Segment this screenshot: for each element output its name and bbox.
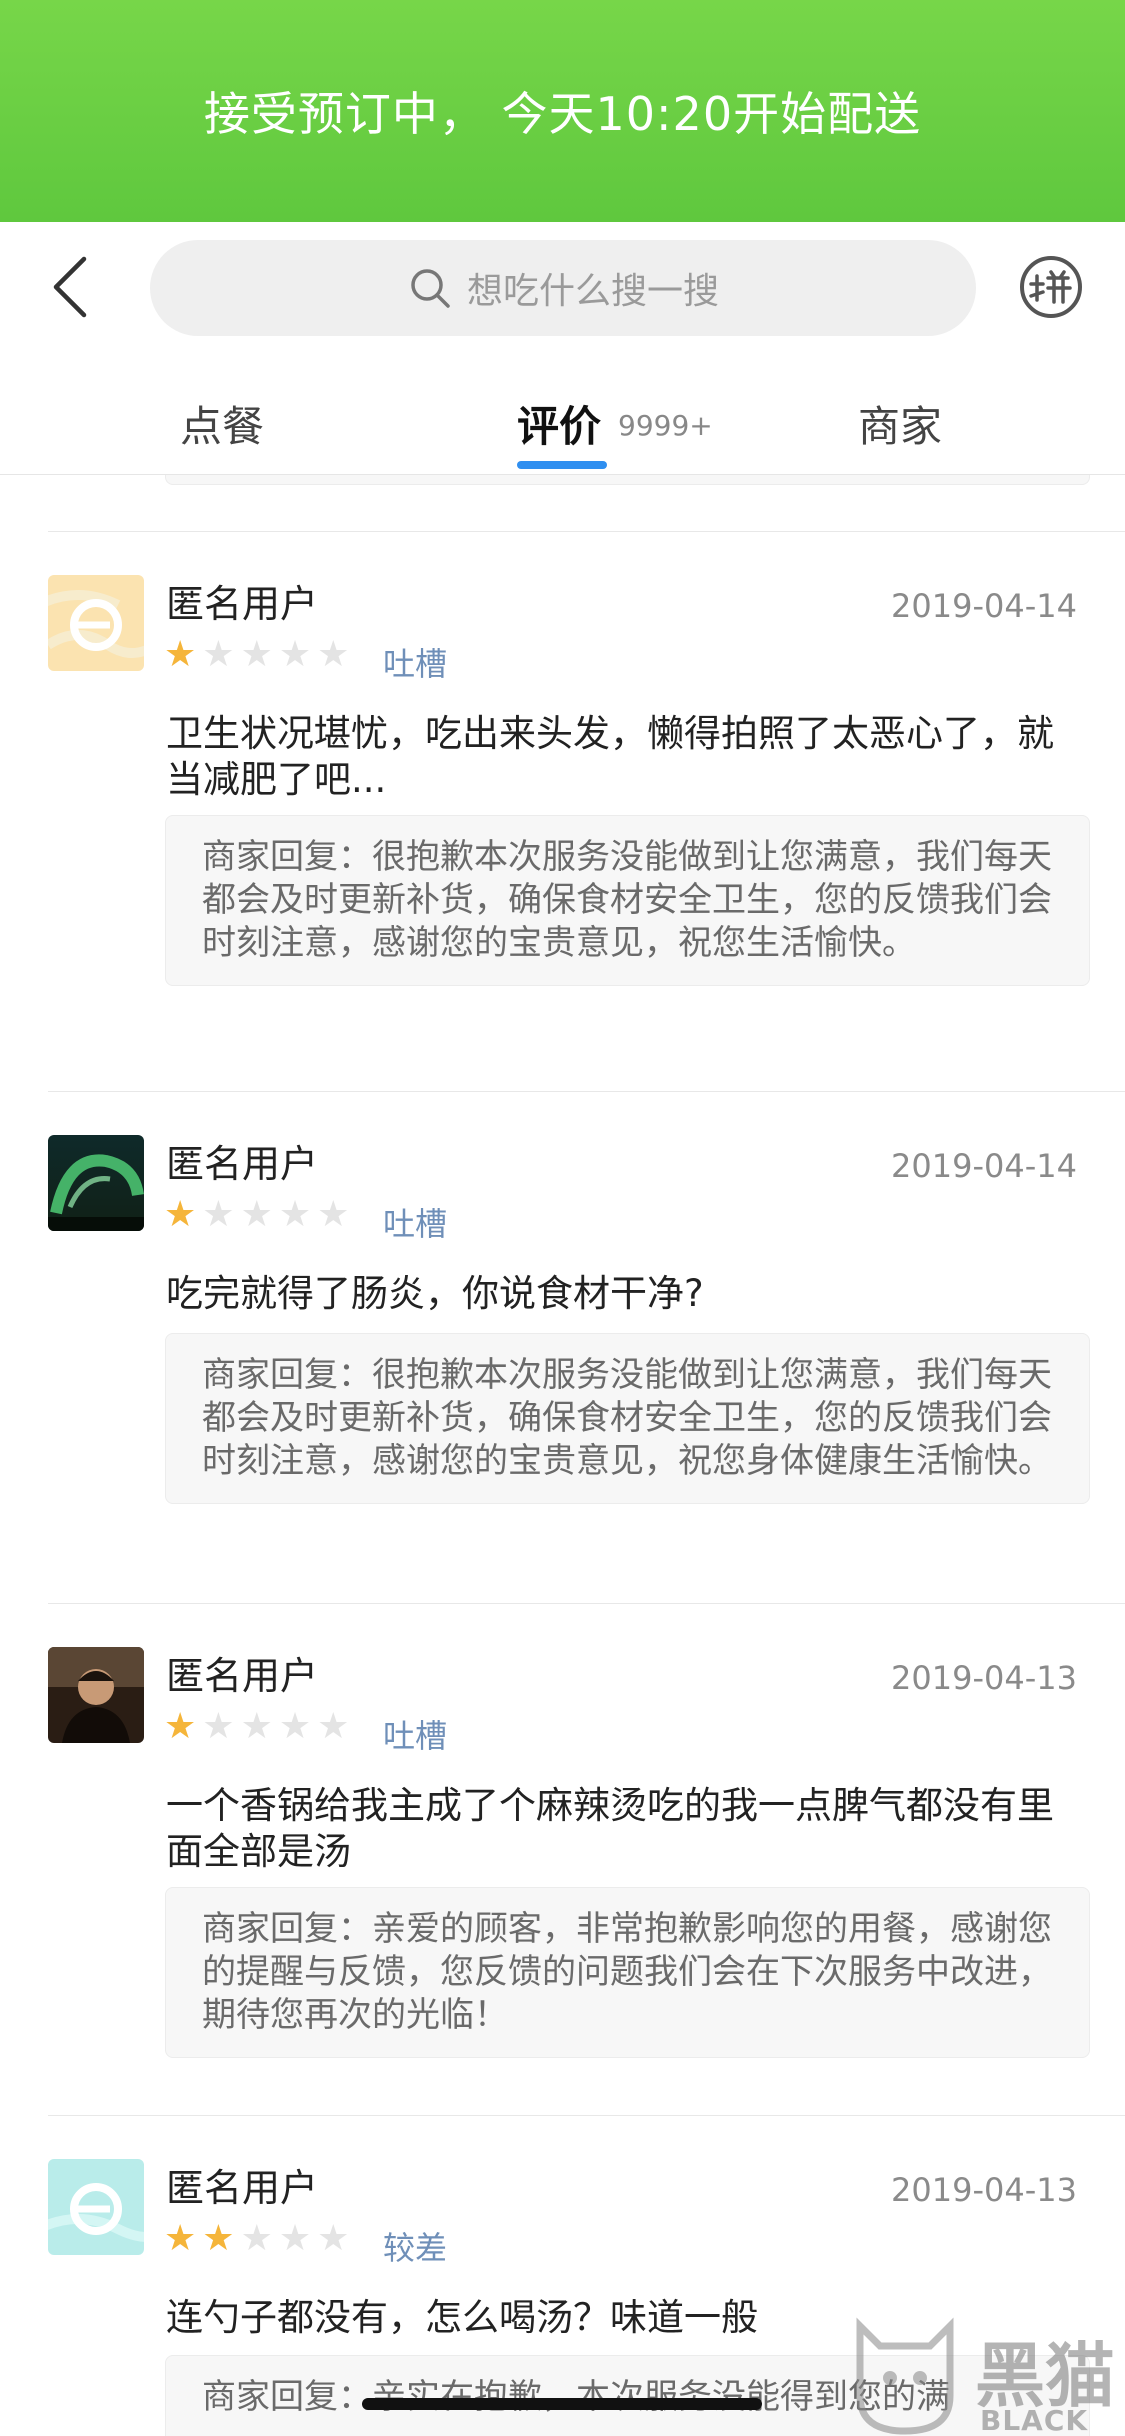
review-username: 匿名用户 — [166, 1142, 319, 1186]
rating-label: 较差 — [383, 2229, 448, 2267]
star-icon: ★ — [202, 2218, 235, 2259]
banner-text: 接受预订中， 今天10:20开始配送 — [203, 87, 922, 141]
tab-reviews-count: 9999+ — [618, 409, 713, 442]
star-icon: ★ — [317, 1706, 350, 1747]
review-username: 匿名用户 — [166, 1654, 319, 1698]
review-date: 2019-04-14 — [891, 587, 1077, 625]
review-content: 吃完就得了肠炎，你说食材干净? — [166, 1272, 704, 1315]
cat-logo-icon — [856, 2317, 954, 2435]
star-icon: ★ — [164, 1706, 197, 1747]
search-bar[interactable]: 想吃什么搜一搜 — [150, 240, 976, 336]
search-icon — [407, 265, 453, 311]
previous-reply-box — [165, 475, 1090, 485]
review-content: 卫生状况堪忧，吃出来头发，懒得拍照了太恶心了，就当减肥了吧... — [166, 712, 1054, 801]
review-item: 匿名用户 2019-04-13 ★ ★ ★ ★ ★ 吐槽 一个香锅给我主成了个麻… — [0, 1603, 1125, 2115]
avatar — [48, 575, 144, 671]
merchant-reply: 商家回复：亲爱的顾客，非常抱歉影响您的用餐，感谢您的提醒与反馈，您反馈的问题我们… — [165, 1887, 1090, 2058]
tab-bar: 点餐 评价 9999+ 商家 — [0, 357, 1125, 475]
review-list[interactable]: 匿名用户 2019-04-14 ★ ★ ★ ★ ★ 吐槽 卫生状况堪忧，吃出来头… — [0, 475, 1125, 2436]
star-icon: ★ — [240, 2218, 273, 2259]
review-username: 匿名用户 — [166, 582, 319, 626]
rating-label: 吐槽 — [383, 1717, 448, 1755]
star-icon: ★ — [202, 1706, 235, 1747]
rating-stars: ★ ★ ★ ★ ★ — [164, 2221, 349, 2257]
star-icon: ★ — [164, 634, 197, 675]
review-username: 匿名用户 — [166, 2166, 319, 2210]
tab-order[interactable]: 点餐 — [180, 393, 264, 454]
back-button[interactable] — [40, 252, 100, 322]
watermark-logo: 黑猫 BLACK CAT — [850, 2316, 1120, 2436]
star-icon: ★ — [317, 634, 350, 675]
avatar — [48, 1647, 144, 1743]
rating-stars: ★ ★ ★ ★ ★ — [164, 1709, 349, 1745]
star-icon: ★ — [164, 1194, 197, 1235]
rating-stars: ★ ★ ★ ★ ★ — [164, 637, 349, 673]
delivery-banner: 接受预订中， 今天10:20开始配送 — [0, 0, 1125, 222]
tab-merchant[interactable]: 商家 — [858, 393, 942, 454]
star-icon: ★ — [240, 1706, 273, 1747]
star-icon: ★ — [278, 2218, 312, 2259]
star-icon: ★ — [240, 1194, 273, 1235]
rating-stars: ★ ★ ★ ★ ★ — [164, 1197, 349, 1233]
search-placeholder: 想吃什么搜一搜 — [466, 271, 719, 312]
review-item: 匿名用户 2019-04-14 ★ ★ ★ ★ ★ 吐槽 卫生状况堪忧，吃出来头… — [0, 531, 1125, 1091]
review-content: 一个香锅给我主成了个麻辣烫吃的我一点脾气都没有里面全部是汤 — [166, 1784, 1054, 1873]
review-item: 匿名用户 2019-04-14 ★ ★ ★ ★ ★ 吐槽 吃完就得了肠炎，你说食… — [0, 1091, 1125, 1603]
chevron-left-icon — [53, 256, 87, 318]
merchant-reply: 商家回复：很抱歉本次服务没能做到让您满意，我们每天都会及时更新补货，确保食材安全… — [165, 815, 1090, 986]
group-order-button[interactable] — [1018, 254, 1084, 320]
review-date: 2019-04-14 — [891, 1147, 1077, 1185]
active-tab-indicator — [517, 461, 607, 469]
rating-label: 吐槽 — [383, 1205, 448, 1243]
top-navigation-bar: 想吃什么搜一搜 — [0, 222, 1125, 357]
star-icon: ★ — [240, 634, 273, 675]
merchant-reply: 商家回复：很抱歉本次服务没能做到让您满意，我们每天都会及时更新补货，确保食材安全… — [165, 1333, 1090, 1504]
star-icon: ★ — [278, 1706, 312, 1747]
home-indicator[interactable] — [362, 2398, 762, 2410]
star-icon: ★ — [317, 2218, 350, 2259]
star-icon: ★ — [278, 634, 312, 675]
star-icon: ★ — [317, 1194, 350, 1235]
watermark-sub: BLACK CAT — [980, 2404, 1089, 2436]
avatar — [48, 1135, 144, 1231]
review-date: 2019-04-13 — [891, 1659, 1077, 1697]
tab-reviews[interactable]: 评价 — [517, 393, 601, 454]
star-icon: ★ — [202, 1194, 235, 1235]
avatar — [48, 2159, 144, 2255]
rating-label: 吐槽 — [383, 645, 448, 683]
review-date: 2019-04-13 — [891, 2171, 1077, 2209]
star-icon: ★ — [164, 2218, 197, 2259]
group-order-icon — [1020, 256, 1082, 318]
star-icon: ★ — [278, 1194, 312, 1235]
star-icon: ★ — [202, 634, 235, 675]
